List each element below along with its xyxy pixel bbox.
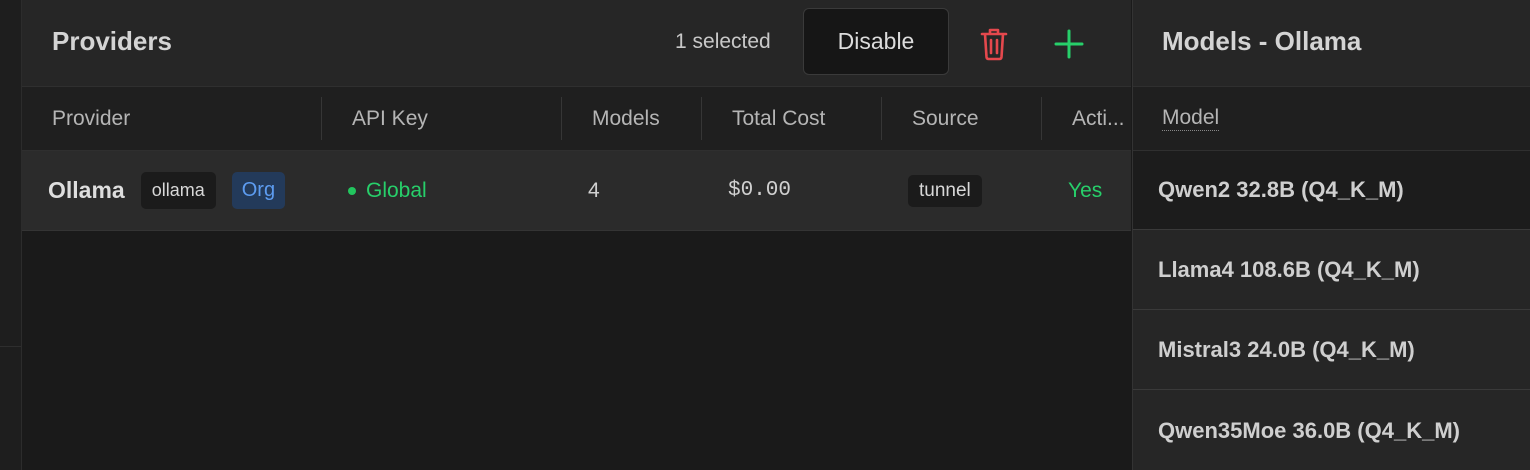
source-cell: tunnel [908,151,982,230]
provider-name: Ollama [48,177,125,203]
models-table-header: Model [1133,87,1530,151]
model-list-item[interactable]: Qwen35Moe 36.0B (Q4_K_M) [1133,391,1530,470]
column-divider[interactable] [321,97,322,140]
model-list-item[interactable]: Mistral3 24.0B (Q4_K_M) [1133,311,1530,390]
providers-table-header: Provider API Key Models Total Cost Sourc… [22,87,1131,151]
source-tag: tunnel [908,174,982,207]
add-provider-button[interactable] [1050,26,1088,62]
provider-cell: Ollama ollama Org [48,151,286,230]
status-dot-icon [348,186,356,195]
models-count-cell: 4 [588,151,600,230]
column-divider[interactable] [1041,97,1042,140]
providers-toolbar: Providers 1 selected Disable [22,0,1131,87]
trash-icon [980,28,1008,61]
plus-icon [1054,29,1084,59]
column-header-model[interactable]: Model [1162,106,1220,131]
disable-button[interactable]: Disable [803,8,949,75]
delete-button[interactable] [975,26,1013,62]
column-header-source[interactable]: Source [912,87,1052,150]
models-count: 4 [588,178,600,202]
total-cost: $0.00 [728,179,792,202]
column-header-total-cost[interactable]: Total Cost [732,87,892,150]
column-divider[interactable] [881,97,882,140]
selected-count: 1 selected [675,30,771,53]
api-key-cell: Global [348,151,427,230]
column-divider[interactable] [561,97,562,140]
column-header-provider[interactable]: Provider [52,87,312,150]
total-cost-cell: $0.00 [728,151,791,230]
column-header-active[interactable]: Acti... [1072,87,1131,150]
providers-title: Providers [52,26,172,56]
sidebar-divider [0,346,21,347]
provider-tag: ollama [140,172,216,209]
table-row[interactable]: Ollama ollama Org Global 4 $0.00 tunnel … [22,151,1131,231]
column-header-models[interactable]: Models [592,87,712,150]
model-list-item[interactable]: Llama4 108.6B (Q4_K_M) [1133,231,1530,310]
org-badge: Org [231,172,286,209]
active-value: Yes [1068,178,1103,202]
models-panel-title: Models - Ollama [1162,26,1362,56]
active-cell: Yes [1068,151,1102,230]
column-divider[interactable] [701,97,702,140]
models-panel: Models - Ollama Model Qwen2 32.8B (Q4_K_… [1132,0,1530,470]
left-sidebar-strip [0,0,22,470]
model-list-item[interactable]: Qwen2 32.8B (Q4_K_M) [1133,151,1530,230]
api-key-value: Global [366,178,427,202]
models-panel-header: Models - Ollama [1133,0,1530,87]
providers-panel: Providers 1 selected Disable Provider AP… [22,0,1131,470]
column-header-api-key[interactable]: API Key [352,87,552,150]
